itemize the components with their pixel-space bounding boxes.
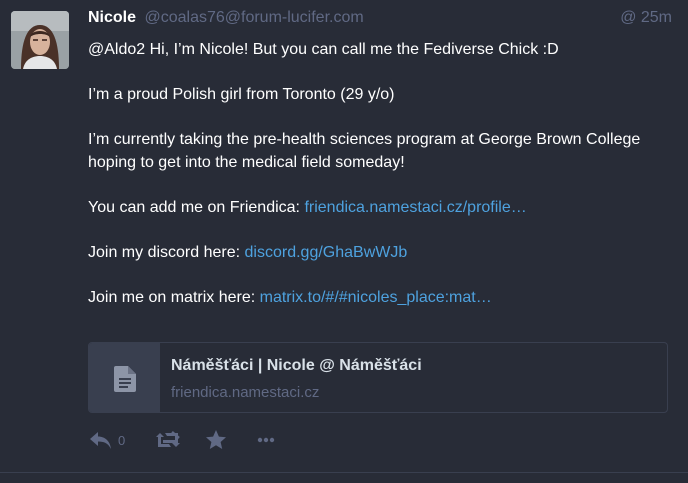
content-paragraph: @Aldo2 Hi, I’m Nicole! But you can call … [88,41,559,58]
discord-link[interactable]: discord.gg/GhaBwWJb [245,244,408,261]
card-thumbnail [89,343,160,412]
avatar-image [11,11,69,69]
reply-button[interactable]: 0 [88,428,125,452]
content-text: You can add me on Friendica: [88,199,305,216]
content-text: Join me on matrix here: [88,289,260,306]
card-title: Náměšťáci | Nicole @ Náměšťáci [171,357,422,374]
file-icon [113,365,136,392]
avatar[interactable] [11,11,69,69]
friendica-link[interactable]: friendica.namestaci.cz/profile… [304,199,526,216]
content-paragraph: You can add me on Friendica: friendica.n… [88,196,668,219]
boost-disabled-icon [156,431,180,447]
more-button[interactable] [256,428,276,452]
status-content: @Aldo2 Hi, I’m Nicole! But you can call … [88,38,668,331]
ellipsis-icon [257,437,275,443]
content-paragraph: Join my discord here: discord.gg/GhaBwWJ… [88,241,668,264]
display-name[interactable]: Nicole [88,9,136,26]
matrix-link[interactable]: matrix.to/#/#nicoles_place:mat… [260,289,492,306]
boost-button[interactable] [155,428,181,452]
status-post: Nicole @coalas76@forum-lucifer.com @ 25m… [0,0,688,472]
account-handle[interactable]: @coalas76@forum-lucifer.com [144,9,363,26]
relative-time[interactable]: @ 25m [620,9,672,27]
status-header: Nicole @coalas76@forum-lucifer.com @ 25m [88,9,672,31]
card-host: friendica.namestaci.cz [171,384,320,401]
content-paragraph: I’m currently taking the pre-health scie… [88,131,641,171]
action-bar: 0 [88,428,388,452]
reply-count: 0 [118,432,126,448]
content-paragraph: I’m a proud Polish girl from Toronto (29… [88,86,395,103]
link-preview-card[interactable]: Náměšťáci | Nicole @ Náměšťáci friendica… [88,342,668,413]
divider [0,472,688,473]
content-text: Join my discord here: [88,244,245,261]
star-icon [206,430,226,449]
reply-icon [90,432,111,449]
favourite-button[interactable] [205,428,227,452]
content-paragraph: Join me on matrix here: matrix.to/#/#nic… [88,286,668,309]
